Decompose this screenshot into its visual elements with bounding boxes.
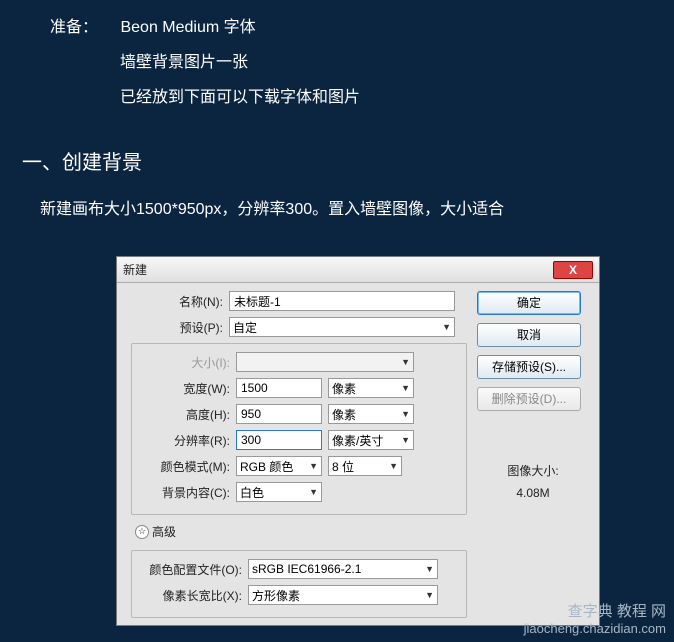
prepare-item-2: 墙壁背景图片一张 [120,45,634,80]
width-input[interactable] [236,378,322,398]
prepare-item-3: 已经放到下面可以下载字体和图片 [120,80,634,115]
preset-value: 自定 [233,319,257,336]
width-unit-select[interactable]: 像素 ▼ [328,378,414,398]
resolution-unit-value: 像素/英寸 [332,432,383,449]
advanced-label: 高级 [152,523,176,540]
chevron-down-icon: ▼ [425,590,434,600]
resolution-label: 分辨率(R): [138,432,236,449]
chevron-down-icon: ▼ [401,435,410,445]
color-mode-value: RGB 颜色 [240,458,293,475]
color-mode-label: 颜色模式(M): [138,458,236,475]
section-title: 一、创建背景 [22,146,674,175]
delete-preset-button: 删除预设(D)... [477,387,581,411]
preset-label: 预设(P): [131,319,229,336]
chevron-down-icon: ▼ [442,322,451,332]
size-fieldset: 大小(I): ▼ 宽度(W): 像素 ▼ 高度(H): [131,343,467,515]
chevron-down-icon: ▼ [401,357,410,367]
background-label: 背景内容(C): [138,484,236,501]
chevron-down-icon: ▼ [389,461,398,471]
color-profile-label: 颜色配置文件(O): [138,561,248,578]
chevron-down-icon: ▼ [309,461,318,471]
name-input[interactable] [229,291,455,311]
height-label: 高度(H): [138,406,236,423]
size-label: 大小(I): [138,354,236,371]
color-profile-value: sRGB IEC61966-2.1 [252,562,361,576]
color-mode-select[interactable]: RGB 颜色 ▼ [236,456,322,476]
name-label: 名称(N): [131,293,229,310]
width-unit-value: 像素 [332,380,356,397]
height-unit-select[interactable]: 像素 ▼ [328,404,414,424]
watermark: 查字典 教程 网 jiaocheng.chazidian.com [524,602,666,638]
prepare-label: 准备： [50,19,98,36]
pixel-aspect-value: 方形像素 [252,587,300,604]
width-label: 宽度(W): [138,380,236,397]
pixel-aspect-label: 像素长宽比(X): [138,587,248,604]
dialog-title: 新建 [123,261,553,278]
resolution-input[interactable] [236,430,322,450]
cancel-button[interactable]: 取消 [477,323,581,347]
new-document-dialog: 新建 X 名称(N): 预设(P): 自定 ▼ 大小(I): ▼ [116,256,600,626]
height-unit-value: 像素 [332,406,356,423]
pixel-aspect-select[interactable]: 方形像素 ▼ [248,585,438,605]
chevron-icon: ☆ [135,525,149,539]
description-text: 新建画布大小1500*950px，分辨率300。置入墙壁图像，大小适合 [40,195,674,219]
ok-button[interactable]: 确定 [477,291,581,315]
bit-depth-select[interactable]: 8 位 ▼ [328,456,402,476]
background-value: 白色 [240,484,264,501]
image-size-label: 图像大小: [477,461,589,483]
advanced-fieldset: 颜色配置文件(O): sRGB IEC61966-2.1 ▼ 像素长宽比(X):… [131,550,467,618]
watermark-title: 查字典 教程 网 [524,602,666,622]
watermark-url: jiaocheng.chazidian.com [524,621,666,638]
image-size-value: 4.08M [477,483,589,505]
size-select: ▼ [236,352,414,372]
height-input[interactable] [236,404,322,424]
prepare-item-1: Beon Medium 字体 [120,19,255,36]
resolution-unit-select[interactable]: 像素/英寸 ▼ [328,430,414,450]
bit-depth-value: 8 位 [332,458,354,475]
preset-select[interactable]: 自定 ▼ [229,317,455,337]
chevron-down-icon: ▼ [425,564,434,574]
chevron-down-icon: ▼ [401,409,410,419]
dialog-titlebar[interactable]: 新建 X [117,257,599,283]
chevron-down-icon: ▼ [309,487,318,497]
advanced-toggle[interactable]: ☆ 高级 [135,523,176,540]
color-profile-select[interactable]: sRGB IEC61966-2.1 ▼ [248,559,438,579]
background-select[interactable]: 白色 ▼ [236,482,322,502]
save-preset-button[interactable]: 存储预设(S)... [477,355,581,379]
close-button[interactable]: X [553,261,593,279]
chevron-down-icon: ▼ [401,383,410,393]
